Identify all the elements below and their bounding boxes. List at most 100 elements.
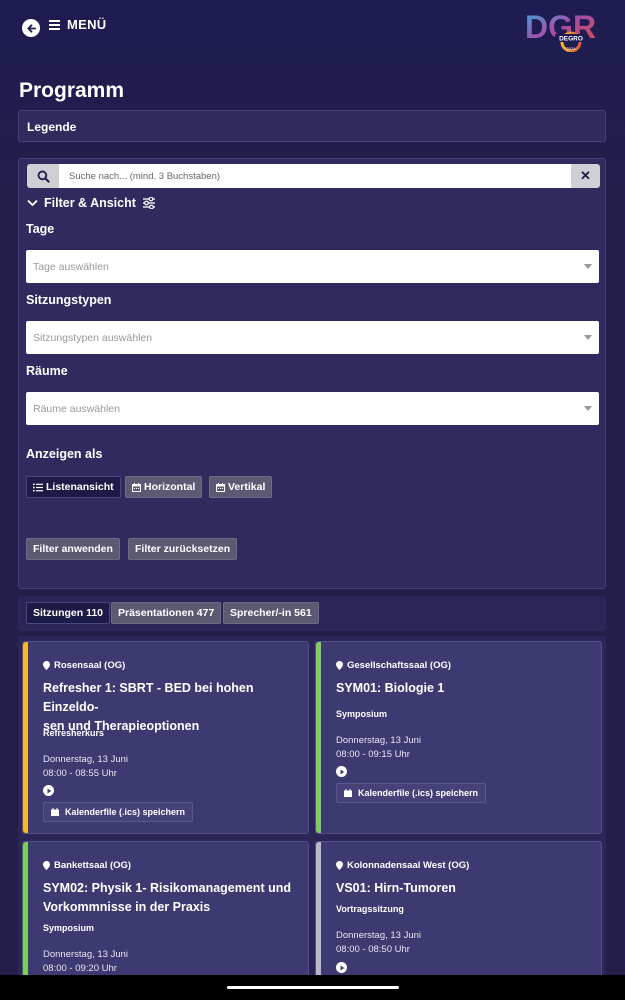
session-room-label: Bankettsaal (OG) — [54, 860, 132, 871]
rooms-select[interactable]: Räume auswählen — [26, 392, 599, 425]
session-title-line: Refresher 1: SBRT - BED bei hohen Einzel… — [43, 681, 254, 714]
days-placeholder: Tage auswählen — [33, 260, 109, 273]
session-type-accent — [316, 642, 321, 833]
session-room: Bankettsaal (OG) — [43, 860, 131, 871]
tab-sessions[interactable]: Sitzungen 110 — [26, 602, 111, 624]
session-date: Donnerstag, 13 Juni 08:00 - 08:50 Uhr — [336, 929, 421, 957]
session-type: Symposium — [43, 923, 95, 933]
session-types-label: Sitzungstypen — [26, 293, 112, 307]
session-card[interactable]: Gesellschaftssaal (OG) SYM01: Biologie 1… — [315, 641, 602, 834]
session-room: Rosensaal (OG) — [43, 660, 125, 671]
play-icon — [340, 769, 344, 774]
play-icon — [47, 788, 51, 793]
session-title[interactable]: VS01: Hirn-Tumoren — [336, 879, 591, 898]
tab-speakers[interactable]: Sprecher/-in 561 — [223, 602, 319, 624]
session-type: Refresherkurs — [43, 728, 105, 738]
session-types-select[interactable]: Sitzungstypen auswählen — [26, 321, 599, 354]
search-bar: ✕ — [27, 164, 600, 188]
top-bar: MENÜ DGR DEGRO 2024 — [0, 0, 625, 56]
session-time-label: 08:00 - 08:55 Uhr — [43, 768, 117, 779]
session-room-label: Kolonnadensaal West (OG) — [347, 860, 470, 871]
caret-down-icon — [584, 406, 592, 411]
session-type-accent — [23, 642, 28, 833]
session-date: Donnerstag, 13 Juni 08:00 - 09:15 Uhr — [336, 734, 421, 762]
view-vertical-button[interactable]: Vertikal — [209, 476, 273, 498]
play-button[interactable] — [336, 962, 347, 973]
session-date-label: Donnerstag, 13 Juni — [43, 754, 129, 765]
legend-toggle[interactable]: Legende — [18, 110, 606, 142]
rooms-label: Räume — [26, 364, 68, 378]
session-room-label: Rosensaal (OG) — [54, 660, 126, 671]
session-title[interactable]: SYM02: Physik 1- Risikomanagement und Vo… — [43, 879, 298, 917]
calendar-save-button[interactable]: Kalenderfile (.ics) speichern — [43, 802, 194, 822]
session-type: Vortragssitzung — [336, 904, 404, 914]
calendar-icon — [132, 482, 141, 492]
view-horizontal-button[interactable]: Horizontal — [125, 476, 203, 498]
session-type-accent — [316, 842, 321, 981]
calendar-icon — [344, 789, 352, 797]
svg-text:DEGRO: DEGRO — [559, 36, 583, 43]
play-button[interactable] — [43, 785, 54, 796]
close-icon[interactable]: ✕ — [571, 164, 600, 188]
dgr-logo[interactable]: DGR DEGRO 2024 — [524, 8, 602, 52]
session-card[interactable]: Kolonnadensaal West (OG) VS01: Hirn-Tumo… — [315, 841, 602, 981]
session-time-label: 08:00 - 09:15 Uhr — [336, 749, 410, 760]
results-tabs: Sitzungen 110 Präsentationen 477 Spreche… — [18, 596, 606, 631]
calendar-icon — [51, 808, 59, 816]
system-navigation-bar — [0, 975, 625, 1000]
session-time-label: 08:00 - 09:20 Uhr — [43, 963, 117, 974]
map-pin-icon — [43, 861, 50, 870]
calendar-save-label: Kalenderfile (.ics) speichern — [65, 807, 186, 817]
search-input[interactable] — [59, 164, 571, 188]
play-button[interactable] — [336, 766, 347, 777]
session-type: Symposium — [336, 709, 388, 719]
view-list-button[interactable]: Listenansicht — [26, 476, 121, 498]
search-button[interactable] — [27, 164, 59, 188]
page-title: Programm — [19, 79, 125, 102]
session-title-line: Vorkommnisse in der Praxis — [43, 900, 211, 914]
caret-down-icon — [584, 335, 592, 340]
map-pin-icon — [43, 661, 50, 670]
view-as-label: Anzeigen als — [26, 447, 103, 461]
map-pin-icon — [336, 861, 343, 870]
map-pin-icon — [336, 661, 343, 670]
session-date: Donnerstag, 13 Juni 08:00 - 08:55 Uhr — [43, 753, 128, 781]
days-label: Tage — [26, 222, 55, 236]
calendar-save-label: Kalenderfile (.ics) speichern — [358, 788, 479, 798]
reset-filter-button[interactable]: Filter zurücksetzen — [128, 538, 238, 560]
list-icon — [33, 483, 43, 491]
filter-toggle[interactable]: Filter & Ansicht — [27, 196, 156, 210]
session-room-label: Gesellschaftssaal (OG) — [347, 660, 452, 671]
session-title-line: VS01: Hirn-Tumoren — [336, 881, 456, 895]
session-card[interactable]: Bankettsaal (OG) SYM02: Physik 1- Risiko… — [22, 841, 309, 981]
back-button[interactable] — [22, 19, 40, 37]
calendar-icon — [216, 482, 225, 492]
apply-filter-button[interactable]: Filter anwenden — [26, 538, 120, 560]
session-list: Rosensaal (OG) Refresher 1: SBRT - BED b… — [18, 636, 606, 981]
svg-text:2024: 2024 — [567, 46, 577, 51]
home-indicator[interactable] — [227, 986, 399, 989]
session-time-label: 08:00 - 08:50 Uhr — [336, 944, 410, 955]
hamburger-icon — [49, 19, 60, 30]
view-list-label: Listenansicht — [46, 481, 114, 493]
view-horizontal-label: Horizontal — [144, 481, 196, 493]
session-title-line: SYM01: Biologie 1 — [336, 681, 445, 695]
view-vertical-label: Vertikal — [228, 481, 266, 493]
session-title[interactable]: SYM01: Biologie 1 — [336, 679, 591, 698]
tab-presentations[interactable]: Präsentationen 477 — [111, 602, 222, 624]
session-date: Donnerstag, 13 Juni 08:00 - 09:20 Uhr — [43, 948, 128, 976]
menu-button[interactable]: MENÜ — [49, 17, 106, 32]
search-icon — [37, 170, 50, 183]
days-select[interactable]: Tage auswählen — [26, 250, 599, 283]
session-title-line: SYM02: Physik 1- Risikomanagement und — [43, 881, 291, 895]
session-card[interactable]: Rosensaal (OG) Refresher 1: SBRT - BED b… — [22, 641, 309, 834]
session-type-accent — [23, 842, 28, 981]
rooms-placeholder: Räume auswählen — [33, 402, 120, 415]
session-room: Gesellschaftssaal (OG) — [336, 660, 451, 671]
play-icon — [340, 965, 344, 970]
caret-down-icon — [584, 264, 592, 269]
session-date-label: Donnerstag, 13 Juni — [43, 949, 129, 960]
calendar-save-button[interactable]: Kalenderfile (.ics) speichern — [336, 783, 487, 803]
sliders-icon — [142, 197, 155, 209]
back-arrow-icon — [26, 23, 36, 33]
